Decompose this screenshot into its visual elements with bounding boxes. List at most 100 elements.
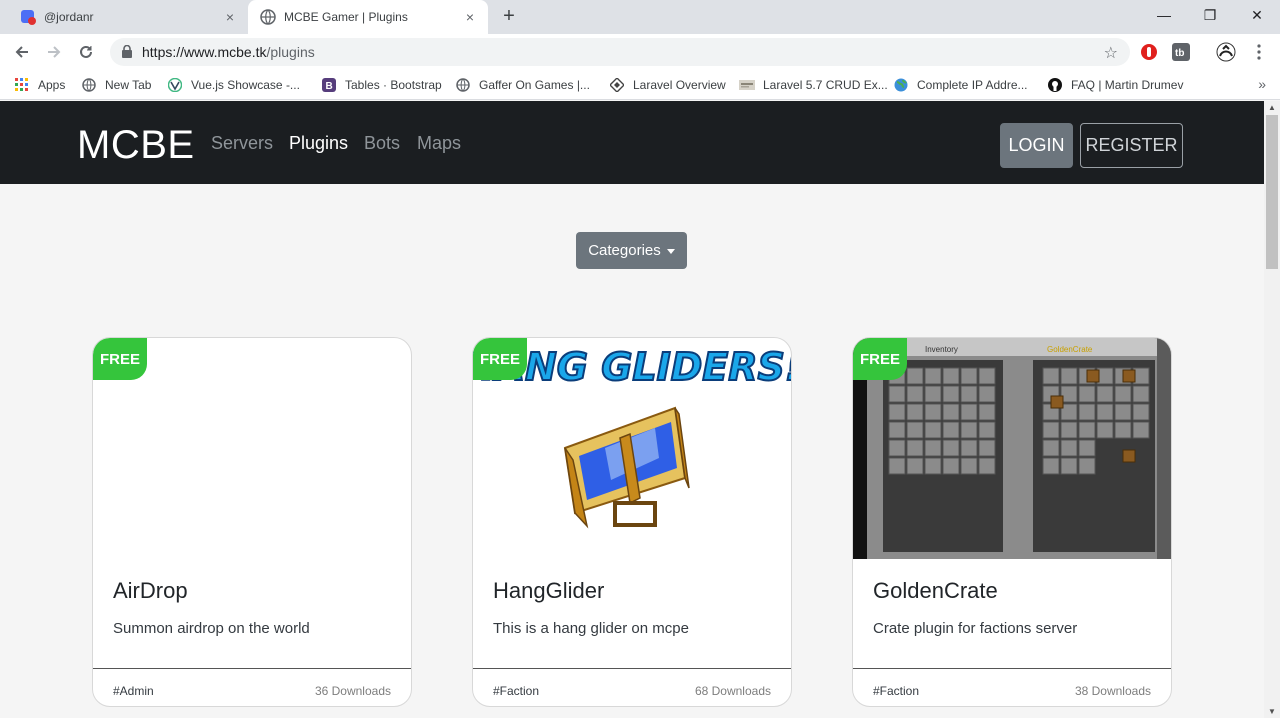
categories-label: Categories [588, 242, 661, 259]
lock-icon [122, 44, 132, 63]
bookmark-vue-showcase[interactable]: Vue.js Showcase -... [167, 76, 300, 94]
inventory-slot [978, 439, 996, 457]
restore-button[interactable]: ❐ [1187, 0, 1233, 30]
chest-item [1086, 369, 1100, 383]
url-text: https://www.mcbe.tk/plugins [142, 44, 315, 60]
minimize-button[interactable]: — [1141, 0, 1187, 30]
login-button[interactable]: LOGIN [1000, 123, 1073, 168]
back-button[interactable] [10, 40, 34, 64]
inventory-slot [924, 385, 942, 403]
site-navbar: MCBE Servers Plugins Bots Maps LOGIN REG… [0, 101, 1264, 184]
bootstrap-icon: B [321, 77, 337, 93]
plugin-tag[interactable]: #Admin [113, 684, 154, 698]
inventory-slot [1042, 367, 1060, 385]
inventory-slot [960, 367, 978, 385]
inventory-slot [924, 439, 942, 457]
nav-plugins[interactable]: Plugins [289, 133, 348, 154]
chest-item [1122, 449, 1136, 463]
inventory-slot [960, 457, 978, 475]
bookmark-complete-ip[interactable]: Complete IP Addre... [893, 76, 1028, 94]
laravel-icon [609, 77, 625, 93]
github-icon [1047, 77, 1063, 93]
inventory-slot [1096, 385, 1114, 403]
new-tab-button[interactable]: + [498, 6, 520, 28]
bookmark-gaffer-on-games[interactable]: Gaffer On Games |... [455, 76, 590, 94]
nav-servers[interactable]: Servers [211, 133, 273, 154]
arrow-left-icon [15, 46, 28, 58]
inventory-slot [924, 367, 942, 385]
inventory-slot [1042, 457, 1060, 475]
adblock-extension-icon[interactable] [1139, 42, 1159, 62]
card-divider [473, 668, 791, 669]
bookmark-faq-martin[interactable]: FAQ | Martin Drumev [1047, 76, 1183, 94]
plugin-tag[interactable]: #Faction [493, 684, 539, 698]
page-scrollbar[interactable]: ▲ ▼ [1264, 101, 1280, 718]
svg-text:B: B [326, 81, 333, 92]
nav-bots[interactable]: Bots [364, 133, 400, 154]
plugin-description: Crate plugin for factions server [873, 620, 1078, 637]
inventory-slot [906, 385, 924, 403]
bookmarks-overflow-icon[interactable]: » [1258, 76, 1266, 92]
plugin-card-goldencrate[interactable]: Inventory GoldenCrate FREE GoldenCrate C… [852, 337, 1172, 707]
bookmark-bootstrap-tables[interactable]: B Tables · Bootstrap [321, 76, 442, 94]
vue-icon [167, 77, 183, 93]
inventory-slot [906, 439, 924, 457]
inventory-slot [888, 385, 906, 403]
chest-item [1122, 369, 1136, 383]
inventory-slot [924, 403, 942, 421]
free-badge: FREE [853, 338, 907, 380]
extension-tb-icon[interactable]: tb [1171, 42, 1191, 62]
inventory-slot [1114, 403, 1132, 421]
inventory-slot [1132, 385, 1150, 403]
nav-maps[interactable]: Maps [417, 133, 461, 154]
globe-icon [81, 77, 97, 93]
close-window-button[interactable]: ✕ [1234, 0, 1280, 30]
tab-close-icon[interactable]: × [220, 7, 240, 27]
plugin-card-airdrop[interactable]: FREE AirDrop Summon airdrop on the world… [92, 337, 412, 707]
address-bar[interactable]: https://www.mcbe.tk/plugins ☆ [110, 38, 1130, 66]
bookmark-star-icon[interactable]: ☆ [1104, 43, 1118, 63]
inventory-slot [1060, 421, 1078, 439]
inventory-slot [1078, 403, 1096, 421]
plugin-title[interactable]: GoldenCrate [873, 578, 998, 604]
site-brand[interactable]: MCBE [77, 123, 195, 168]
scrollbar-thumb[interactable] [1266, 115, 1278, 269]
register-button[interactable]: REGISTER [1080, 123, 1183, 168]
card-divider [93, 668, 411, 669]
categories-dropdown[interactable]: Categories [576, 232, 687, 269]
inventory-slot [978, 385, 996, 403]
tab-jordanr[interactable]: @jordanr × [8, 0, 248, 34]
scroll-up-icon[interactable]: ▲ [1268, 103, 1276, 112]
plugin-title[interactable]: HangGlider [493, 578, 604, 604]
browser-menu-icon[interactable] [1249, 42, 1269, 62]
free-badge: FREE [93, 338, 147, 380]
plugin-card-hangglider[interactable]: HANG GLIDERS! FREE HangGlider This is a … [472, 337, 792, 707]
reload-button[interactable] [74, 40, 98, 64]
inventory-slot [1042, 421, 1060, 439]
plugin-downloads: 36 Downloads [314, 684, 391, 698]
tab-title: @jordanr [44, 10, 94, 24]
scroll-down-icon[interactable]: ▼ [1268, 707, 1276, 716]
globe-icon [455, 77, 471, 93]
tab-favicon-icon [20, 9, 36, 25]
bookmark-apps[interactable]: Apps [14, 76, 65, 94]
tab-mcbe-plugins[interactable]: MCBE Gamer | Plugins × [248, 0, 488, 34]
inventory-slot [906, 403, 924, 421]
inventory-slot [960, 421, 978, 439]
inventory-slot [1060, 367, 1078, 385]
bookmark-laravel-overview[interactable]: Laravel Overview [609, 76, 726, 94]
plugin-tag[interactable]: #Faction [873, 684, 919, 698]
inventory-slot [978, 367, 996, 385]
bookmark-new-tab[interactable]: New Tab [81, 76, 151, 94]
plugin-title[interactable]: AirDrop [113, 578, 188, 604]
arrow-right-icon [48, 46, 61, 58]
bookmark-laravel-crud[interactable]: Laravel 5.7 CRUD Ex... [739, 76, 888, 94]
profile-avatar-icon[interactable] [1216, 42, 1236, 62]
inventory-slot [1078, 457, 1096, 475]
forward-button[interactable] [42, 40, 66, 64]
plugin-description: Summon airdrop on the world [113, 620, 310, 637]
inventory-slot [888, 457, 906, 475]
inventory-slot [978, 421, 996, 439]
inventory-slot [888, 421, 906, 439]
tab-close-icon[interactable]: × [460, 7, 480, 27]
